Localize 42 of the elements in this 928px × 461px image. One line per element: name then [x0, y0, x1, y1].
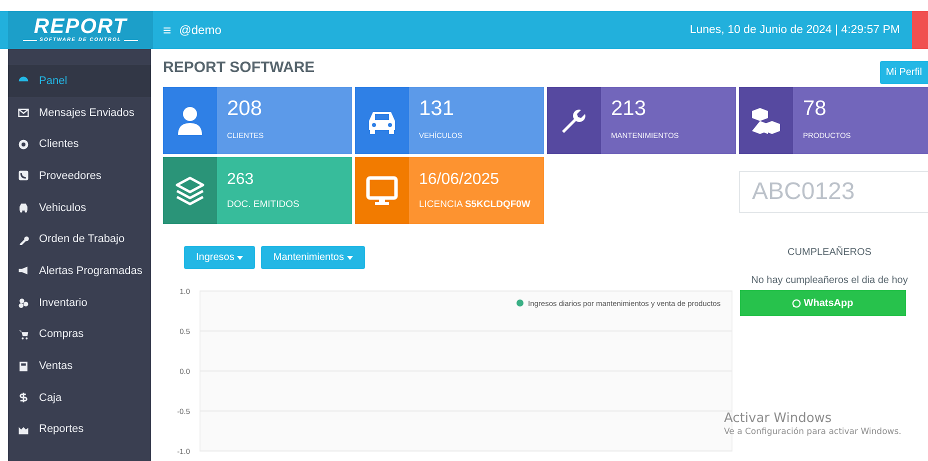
sidebar-item[interactable]: Mensajes Enviados — [8, 96, 151, 128]
plate-field[interactable]: ABC0123 — [739, 171, 928, 213]
section-title: CUMPLEAÑEROS — [788, 247, 872, 258]
sidebar-item[interactable]: Caja — [8, 382, 151, 414]
sidebar-item[interactable]: Reportes — [8, 414, 151, 446]
wrench-icon — [18, 234, 29, 245]
megaphone-icon — [18, 265, 29, 276]
sidebar-item[interactable]: Vehiculos — [8, 192, 151, 224]
stat-value: 16/06/2025 — [419, 171, 500, 189]
layers-icon — [174, 174, 206, 206]
sidebar-item[interactable]: Compras — [8, 318, 151, 350]
caret-icon — [237, 256, 244, 260]
cart-icon — [18, 328, 29, 340]
caret-icon — [346, 256, 353, 260]
sidebar-item[interactable]: Clientes — [8, 128, 151, 160]
stat-value: 78 — [803, 97, 828, 121]
logout-button[interactable] — [912, 11, 928, 49]
activation-notice-text: Ve a Configuración para activar Windows. — [724, 427, 902, 437]
empty-message: No hay cumpleañeros el dia de hoy — [750, 275, 909, 286]
sidebar-item[interactable]: Inventario — [8, 286, 151, 318]
whatsapp-icon — [792, 298, 801, 308]
sidebar-item[interactable]: Ventas — [8, 350, 151, 382]
sidebar-item[interactable]: Panel — [8, 65, 151, 97]
sidebar-item[interactable]: Proveedores — [8, 160, 151, 192]
calculator-icon — [18, 360, 29, 372]
dashboard-icon — [18, 75, 29, 86]
activation-notice-title: Activar Windows — [724, 411, 833, 426]
page-title: REPORT SOFTWARE — [163, 58, 315, 76]
stat-value: 263 — [227, 171, 255, 189]
username: @demo — [179, 23, 222, 37]
phone-icon — [18, 170, 29, 182]
dollar-icon — [18, 392, 29, 404]
envelope-icon — [18, 107, 29, 118]
stat-value: 213 — [611, 97, 648, 121]
stat-label: LICENCIA S5KCLDQF0W — [419, 199, 530, 210]
stat-label: DOC. EMITIDOS — [227, 199, 300, 210]
sidebar-item[interactable]: Orden de Trabajo — [8, 223, 151, 256]
sidebar-item[interactable]: Alertas Programadas — [8, 255, 151, 287]
monitor-icon — [366, 174, 398, 206]
stat-value: 131 — [419, 97, 456, 121]
date-time: Lunes, 10 de Junio de 2024 | 4:29:57 PM — [690, 24, 900, 36]
stat-value: 208 — [227, 97, 264, 121]
